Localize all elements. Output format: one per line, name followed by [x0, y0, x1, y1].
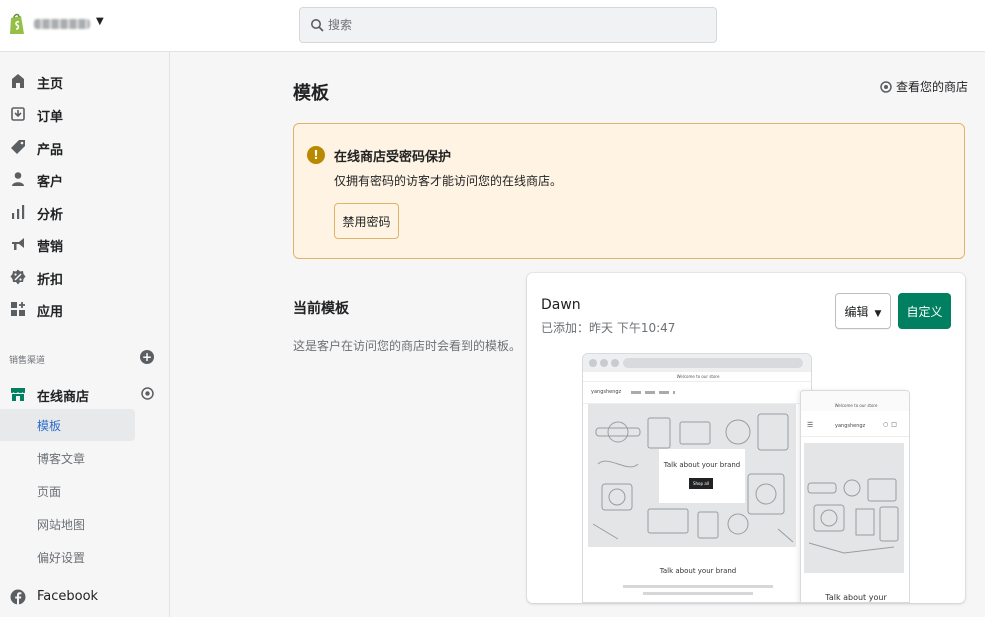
sidebar-subitem-themes[interactable]: 模板 — [0, 409, 135, 441]
view-store-label: 查看您的商店 — [896, 80, 969, 94]
sidebar-subitem-label: 模板 — [37, 419, 62, 433]
browser-dot-icon — [611, 359, 619, 367]
sidebar-item-label: Facebook — [37, 589, 99, 604]
add-sales-channel-plus-icon[interactable]: + — [140, 350, 154, 364]
sidebar-item-apps[interactable]: 应用 — [0, 294, 170, 324]
preview-illustration — [807, 478, 899, 554]
search-icon — [311, 19, 324, 32]
person-icon — [12, 172, 24, 186]
sidebar-item-marketing[interactable]: 营销 — [0, 229, 170, 259]
store-icon — [11, 388, 25, 401]
preview-mobile-hero-image — [804, 443, 904, 573]
sidebar-item-analytics[interactable]: 分析 — [0, 197, 170, 227]
sidebar: 主页 订单 产品 客户 分析 营销 折扣 应用 销售渠道 + 在线商店 模板 博… — [0, 52, 170, 617]
current-theme-title: 当前模板 — [293, 301, 349, 317]
preview-brand: yangshengz — [835, 423, 866, 429]
preview-mobile-header: ☰ yangshengz ○□ — [801, 415, 909, 437]
apps-icon — [11, 302, 25, 316]
warning-icon: ! — [307, 146, 325, 164]
sidebar-subitem-label: 页面 — [37, 485, 62, 499]
sidebar-subitem-navigation[interactable]: 网站地图 — [0, 508, 135, 540]
banner-body: 仅拥有密码的访客才能访问您的在线商店。 — [334, 174, 563, 188]
sidebar-item-label: 营销 — [37, 240, 64, 255]
banner-title: 在线商店受密码保护 — [334, 150, 452, 165]
sidebar-item-home[interactable]: 主页 — [0, 66, 170, 96]
sidebar-item-facebook[interactable]: Facebook — [0, 582, 170, 612]
preview-brand: yangshengz — [591, 389, 622, 395]
edit-theme-label: 编辑 — [844, 304, 869, 319]
sidebar-subitem-label: 网站地图 — [37, 518, 86, 532]
disable-password-button[interactable]: 禁用密码 — [334, 203, 399, 239]
search-box[interactable] — [299, 7, 717, 43]
chevron-down-icon: ▼ — [874, 308, 882, 319]
browser-bar — [583, 354, 811, 372]
preview-text-line — [643, 592, 753, 595]
facebook-icon — [10, 589, 26, 605]
browser-dot-icon — [600, 359, 608, 367]
preview-announcement: Welcome to our store — [801, 391, 909, 411]
search-input[interactable] — [328, 8, 708, 42]
discount-icon — [10, 269, 26, 285]
eye-icon — [880, 81, 892, 93]
password-protection-banner: ! 在线商店受密码保护 仅拥有密码的访客才能访问您的在线商店。 禁用密码 — [293, 123, 965, 259]
sidebar-subitem-label: 偏好设置 — [37, 551, 86, 565]
browser-url-bar — [623, 358, 803, 368]
current-theme-description: 这是客户在访问您的商店时会看到的模板。 — [293, 339, 522, 353]
preview-mobile-section-title: Talk about your — [825, 593, 887, 602]
preview-hero-card: Talk about your brand Shop all — [659, 449, 745, 503]
view-online-store-eye-icon[interactable] — [141, 387, 154, 400]
home-icon — [12, 74, 24, 88]
theme-preview-desktop[interactable]: Welcome to our store yangshengz Talk abo… — [582, 353, 812, 603]
preview-text-line — [623, 585, 773, 588]
hamburger-menu-icon: ☰ — [807, 421, 814, 429]
sidebar-item-discounts[interactable]: 折扣 — [0, 262, 170, 292]
tag-icon — [11, 140, 25, 154]
preview-nav-links — [631, 391, 675, 394]
theme-preview-mobile[interactable]: Welcome to our store ☰ yangshengz ○□ Tal… — [800, 390, 910, 603]
preview-section-title: Talk about your brand — [659, 567, 737, 575]
theme-added-date: 已添加：昨天 下午10:47 — [541, 321, 676, 335]
browser-dot-icon — [589, 359, 597, 367]
store-dropdown-caret-icon[interactable]: ▼ — [96, 16, 104, 27]
preview-hero-button: Shop all — [689, 478, 713, 489]
sidebar-subitem-label: 博客文章 — [37, 452, 86, 466]
sidebar-item-label: 产品 — [37, 143, 64, 158]
sidebar-item-label: 分析 — [37, 208, 64, 223]
sidebar-subitem-blog-posts[interactable]: 博客文章 — [0, 442, 135, 474]
sidebar-item-label: 主页 — [37, 77, 64, 92]
preview-announcement: Welcome to our store — [583, 372, 811, 382]
current-theme-card: Dawn 已添加：昨天 下午10:47 编辑 ▼ 自定义 Welcome to o… — [527, 273, 965, 603]
sidebar-item-label: 应用 — [37, 305, 64, 320]
top-bar: ▼ — [0, 0, 985, 52]
search-cart-icon: ○□ — [883, 421, 900, 428]
sidebar-item-products[interactable]: 产品 — [0, 132, 170, 162]
preview-hero-text: Talk about your brand — [663, 461, 741, 469]
shopify-logo-icon[interactable] — [8, 12, 26, 36]
bar-chart-icon — [12, 205, 25, 219]
orders-icon — [11, 107, 25, 121]
sales-channels-title: 销售渠道 — [9, 356, 46, 366]
sidebar-subitem-preferences[interactable]: 偏好设置 — [0, 541, 135, 573]
megaphone-icon — [12, 238, 24, 250]
theme-name: Dawn — [541, 297, 581, 313]
sidebar-item-orders[interactable]: 订单 — [0, 99, 170, 129]
store-name-blurred[interactable] — [34, 19, 90, 29]
sidebar-subitem-pages[interactable]: 页面 — [0, 475, 135, 507]
sidebar-item-label: 客户 — [37, 175, 64, 190]
sidebar-item-label: 折扣 — [37, 273, 64, 288]
sidebar-item-label: 订单 — [37, 110, 64, 125]
sidebar-item-label: 在线商店 — [37, 390, 90, 405]
edit-theme-button[interactable]: 编辑 ▼ — [835, 293, 891, 329]
customize-theme-button[interactable]: 自定义 — [898, 293, 951, 329]
sidebar-item-customers[interactable]: 客户 — [0, 164, 170, 194]
preview-header: yangshengz — [583, 382, 811, 404]
page-title: 模板 — [293, 83, 329, 104]
preview-hero-image: Talk about your brand Shop all — [588, 404, 796, 547]
